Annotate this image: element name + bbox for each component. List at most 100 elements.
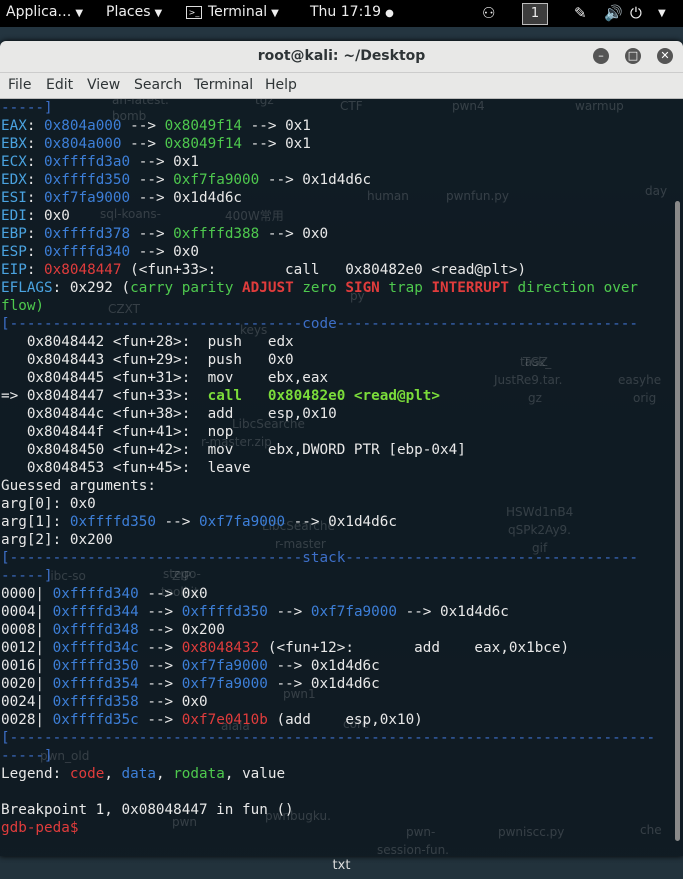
instruction: 0x8048453 <fun+45>: leave xyxy=(1,460,268,476)
register-value: 0x804a000 xyxy=(44,118,122,134)
arrow: --> xyxy=(138,658,182,674)
separator-line: -----] xyxy=(1,567,655,585)
instruction: 0x804844f <fun+41>: nop xyxy=(1,424,268,440)
register-line: ECX: 0xffffd3a0 --> 0x1 xyxy=(1,153,655,171)
pointer-value: 0xffffd388 xyxy=(173,226,260,242)
stack-offset: 0008| xyxy=(1,622,53,638)
places-label: Places xyxy=(106,4,151,20)
close-button[interactable]: ✕ xyxy=(657,48,673,64)
menu-edit[interactable]: Edit xyxy=(46,77,73,93)
people-icon[interactable]: ⚇ xyxy=(482,4,495,22)
stack-offset: 0024| xyxy=(1,694,53,710)
colon: : xyxy=(52,496,70,512)
menu-help[interactable]: Help xyxy=(265,77,297,93)
code-line: 0x8048443 <fun+29>: push 0x0 xyxy=(1,351,655,369)
register-name: ESP xyxy=(1,244,27,260)
volume-icon[interactable]: 🔊 xyxy=(604,4,623,22)
colon: : xyxy=(26,154,45,170)
scrollbar-thumb[interactable] xyxy=(675,201,680,841)
code-line: 0x804844c <fun+38>: add esp,0x10 xyxy=(1,405,655,423)
separator-line: -----] xyxy=(1,99,655,117)
final-value: 0x1 xyxy=(173,154,199,170)
register-value: 0xffffd378 xyxy=(44,226,131,242)
menu-search[interactable]: Search xyxy=(134,77,182,93)
stack-line: 0008| 0xffffd348 --> 0x200 xyxy=(1,621,655,639)
final-value: 0x0 xyxy=(173,244,199,260)
clock[interactable]: Thu 17:19 ● xyxy=(310,4,394,20)
gnome-top-bar: Applica… ▼ Places ▼ >_ Terminal ▼ Thu 17:19 ●… xyxy=(0,0,683,27)
stack-line: 0016| 0xffffd350 --> 0xf7fa9000 --> 0x1d… xyxy=(1,657,655,675)
stack-disasm: (add esp,0x10) xyxy=(267,712,423,728)
code-line: 0x8048453 <fun+45>: leave xyxy=(1,459,655,477)
desktop-file-label-txt[interactable]: txt xyxy=(0,858,683,873)
register-name: ESI xyxy=(1,190,27,206)
menu-view[interactable]: View xyxy=(87,77,120,93)
stack-address: 0xffffd354 xyxy=(52,676,139,692)
stack-offset: 0004| xyxy=(1,604,53,620)
applications-menu[interactable]: Applica… ▼ xyxy=(6,4,83,20)
instruction: 0x8048443 <fun+29>: push 0x0 xyxy=(1,352,294,368)
terminal-window: root@kali: ~/Desktop – □ ✕ File Edit Vie… xyxy=(0,41,683,856)
pointer-value: 0xf7fa9000 xyxy=(310,604,397,620)
chevron-down-icon[interactable]: ▼ xyxy=(658,8,666,19)
separator: -----] xyxy=(1,100,53,116)
menu-bar: File Edit View Search Terminal Help xyxy=(0,73,683,99)
terminal-output[interactable]: -----] EAX: 0x804a000 --> 0x8049f14 --> 0… xyxy=(1,99,655,837)
tool-icon[interactable]: ✎ xyxy=(574,4,587,22)
menu-terminal[interactable]: Terminal xyxy=(194,77,253,93)
eip-disasm: (<fun+33>: call 0x80482e0 <read@plt>) xyxy=(121,262,527,278)
colon: : xyxy=(52,514,70,530)
final-value: 0x1d4d6c xyxy=(310,658,380,674)
register-name: EIP xyxy=(1,262,27,278)
colon: : xyxy=(26,262,45,278)
chevron-down-icon: ▼ xyxy=(271,8,279,19)
clock-label: Thu 17:19 xyxy=(310,4,382,20)
code-line: 0x8048450 <fun+42>: mov ebx,DWORD PTR [e… xyxy=(1,441,655,459)
code-header: [----------------------------------code-… xyxy=(1,315,655,333)
separator-line: [---------------------------------------… xyxy=(1,729,655,747)
arg-name: arg[0] xyxy=(1,496,53,512)
stack-disasm: (<fun+12>: add eax,0x1bce) xyxy=(259,640,570,656)
argument-line: arg[2]: 0x200 xyxy=(1,531,655,549)
maximize-button[interactable]: □ xyxy=(625,48,641,64)
separator: -----] xyxy=(1,568,53,584)
stack-line: 0012| 0xffffd34c --> 0x8048432 (<fun+12>… xyxy=(1,639,655,657)
workspace-indicator[interactable]: 1 xyxy=(522,3,548,25)
code-section-header: [----------------------------------code-… xyxy=(1,316,638,332)
separator: [---------------------------------------… xyxy=(1,730,656,746)
colon: : xyxy=(26,190,45,206)
final-value: 0x1 xyxy=(285,136,311,152)
terminal-area[interactable]: an-latest. tgz CTF pwn4 warmup bomb human pwnfu… xyxy=(0,99,683,856)
arrow: --> xyxy=(138,694,182,710)
final-value: 0x1d4d6c xyxy=(302,172,372,188)
instruction: 0x8048450 <fun+42>: mov ebx,DWORD PTR [e… xyxy=(1,442,466,458)
final-value: 0x1d4d6c xyxy=(328,514,397,530)
terminal-app-menu[interactable]: >_ Terminal ▼ xyxy=(186,4,279,20)
arrow: --> xyxy=(155,514,199,530)
register-name: EDI xyxy=(1,208,27,224)
colon: : xyxy=(26,118,45,134)
gdb-prompt: gdb-peda$ xyxy=(1,820,79,836)
terminal-scrollbar[interactable] xyxy=(675,101,680,841)
window-titlebar[interactable]: root@kali: ~/Desktop – □ ✕ xyxy=(0,41,683,73)
arrow: --> xyxy=(130,226,174,242)
arrow: --> xyxy=(138,712,182,728)
places-menu[interactable]: Places ▼ xyxy=(106,4,162,20)
arrow: --> xyxy=(267,658,311,674)
register-line: EBX: 0x804a000 --> 0x8049f14 --> 0x1 xyxy=(1,135,655,153)
menu-file[interactable]: File xyxy=(8,77,31,93)
code-pointer: 0x8048432 xyxy=(181,640,260,656)
power-icon[interactable]: ⏻ xyxy=(630,4,642,22)
instruction: call 0x80482e0 <read@plt> xyxy=(207,388,440,404)
legend-value: value xyxy=(242,766,286,782)
instruction-address: => 0x8048447 <fun+33>: xyxy=(1,388,208,404)
minimize-button[interactable]: – xyxy=(593,48,609,64)
stack-address: 0xffffd344 xyxy=(52,604,139,620)
pointer-value: 0xf7fa9000 xyxy=(181,658,268,674)
eflag-interrupt: INTERRUPT xyxy=(431,280,509,296)
register-name: EBX xyxy=(1,136,27,152)
register-value: 0xffffd340 xyxy=(44,244,131,260)
code-pointer: 0xf7e0410b xyxy=(181,712,268,728)
